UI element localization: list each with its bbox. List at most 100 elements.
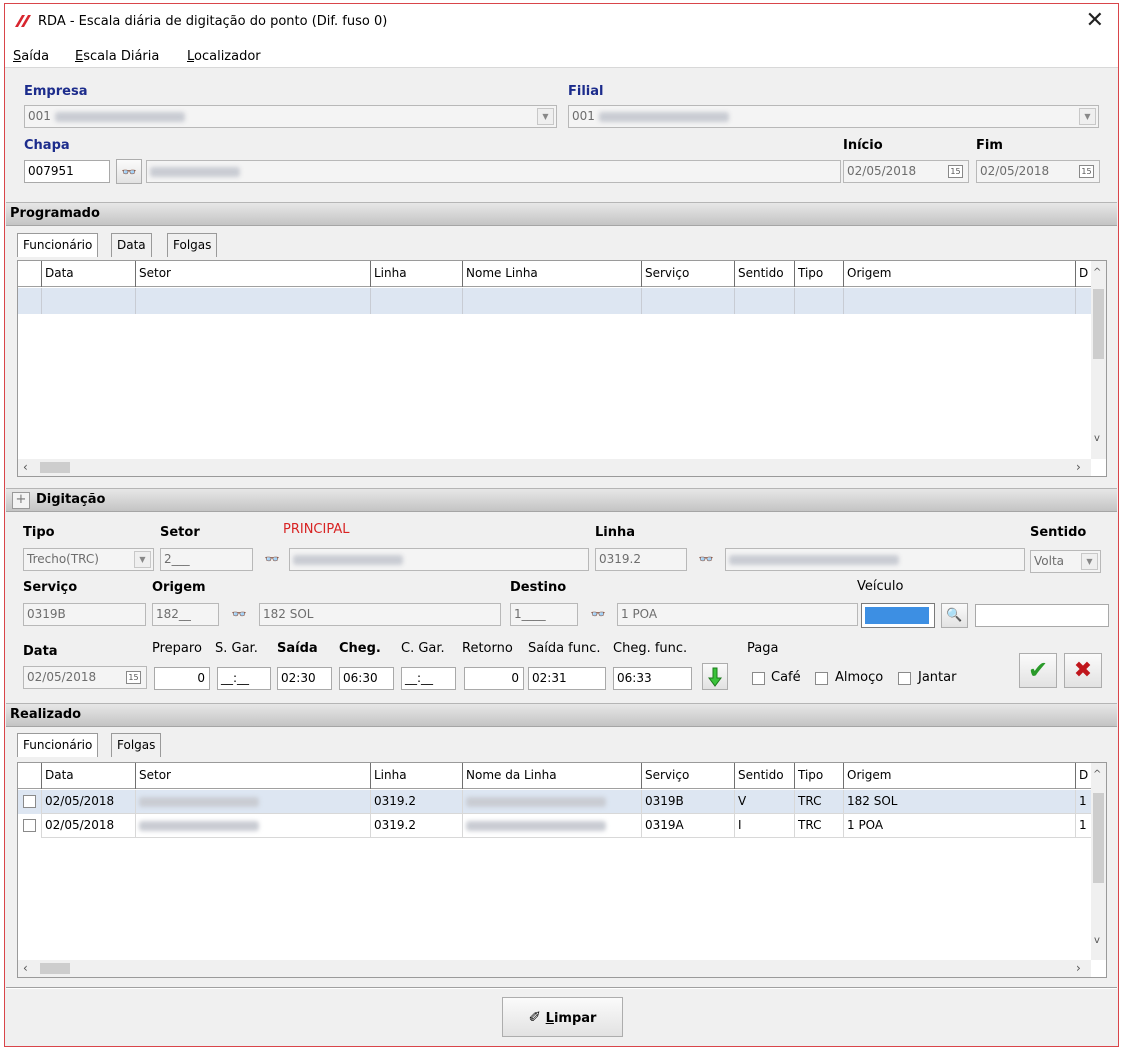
- chevron-down-icon[interactable]: v: [1094, 935, 1100, 946]
- scroll-thumb[interactable]: [40, 963, 70, 974]
- col-setor[interactable]: Setor: [135, 261, 370, 287]
- col-sentido[interactable]: Sentido: [734, 261, 794, 287]
- setor-input[interactable]: 2___: [160, 548, 253, 571]
- tab-funcionario[interactable]: Funcionário: [17, 733, 99, 757]
- row-checkbox[interactable]: [23, 795, 36, 808]
- sgar-input[interactable]: __:__: [217, 667, 271, 690]
- limpar-button[interactable]: ✐ Limpar: [502, 997, 623, 1037]
- binoculars-icon[interactable]: 👓: [116, 159, 142, 184]
- retorno-input[interactable]: 0: [464, 667, 524, 690]
- tab-data[interactable]: Data: [111, 233, 152, 257]
- chevron-down-icon[interactable]: ▼: [1081, 553, 1098, 570]
- cheg-func-input[interactable]: 06:33: [613, 667, 692, 690]
- veiculo-search-icon[interactable]: 🔍: [941, 603, 968, 628]
- chevron-left-icon[interactable]: ‹: [23, 961, 28, 975]
- col-linha[interactable]: Linha: [370, 763, 462, 789]
- table-row[interactable]: 02/05/2018 0319.2 0319A I TRC 1 POA 1: [18, 814, 1091, 838]
- horizontal-scrollbar[interactable]: ‹ ›: [18, 459, 1091, 476]
- chevron-left-icon[interactable]: ‹: [23, 460, 28, 474]
- selected-empty-row[interactable]: [18, 288, 1091, 314]
- destino-code-input[interactable]: 1____: [510, 603, 578, 626]
- row-checkbox[interactable]: [23, 819, 36, 832]
- tab-folgas[interactable]: Folgas: [111, 733, 162, 757]
- inicio-label: Início: [843, 138, 883, 153]
- calendar-icon[interactable]: 15: [948, 165, 963, 178]
- arrow-down-button[interactable]: [702, 663, 728, 690]
- col-servico[interactable]: Serviço: [641, 261, 734, 287]
- col-origem[interactable]: Origem: [843, 261, 1075, 287]
- cheg-label: Cheg.: [339, 641, 381, 656]
- chevron-down-icon[interactable]: ▼: [1079, 108, 1096, 125]
- almoco-checkbox[interactable]: [815, 672, 828, 685]
- col-d[interactable]: D: [1075, 763, 1091, 789]
- empresa-select[interactable]: 001 ▼: [24, 105, 557, 128]
- preparo-input[interactable]: 0: [154, 667, 210, 690]
- table-row[interactable]: 02/05/2018 0319.2 0319B V TRC 182 SOL 1: [18, 790, 1091, 814]
- tipo-select[interactable]: Trecho(TRC) ▼: [23, 548, 154, 571]
- col-servico[interactable]: Serviço: [641, 763, 734, 789]
- saida-input[interactable]: 02:30: [277, 667, 332, 690]
- menu-saida[interactable]: Saída: [13, 49, 49, 64]
- chevron-right-icon[interactable]: ›: [1076, 961, 1081, 975]
- chevron-down-icon[interactable]: v: [1094, 433, 1100, 444]
- chapa-input[interactable]: 007951: [24, 160, 110, 183]
- menu-bar: Saída Escala Diária Localizador: [5, 40, 1118, 68]
- cancel-x-icon[interactable]: ✖: [1064, 653, 1102, 688]
- col-d[interactable]: D: [1075, 261, 1091, 287]
- menu-escala-diaria[interactable]: Escala Diária: [75, 49, 159, 64]
- calendar-icon[interactable]: 15: [126, 671, 141, 684]
- col-setor[interactable]: Setor: [135, 763, 370, 789]
- veiculo-color-box[interactable]: [861, 603, 935, 628]
- linha-input[interactable]: 0319.2: [595, 548, 687, 571]
- col-tipo[interactable]: Tipo: [794, 261, 843, 287]
- col-nome-linha[interactable]: Nome Linha: [462, 261, 641, 287]
- horizontal-scrollbar[interactable]: ‹ ›: [18, 960, 1091, 977]
- cell-linha: 0319.2: [370, 790, 462, 814]
- binoculars-icon[interactable]: 👓: [259, 547, 285, 572]
- scroll-thumb[interactable]: [40, 462, 70, 473]
- saida-func-input[interactable]: 02:31: [528, 667, 606, 690]
- tab-folgas[interactable]: Folgas: [167, 233, 218, 257]
- confirm-check-icon[interactable]: ✔: [1019, 653, 1057, 688]
- sentido-select[interactable]: Volta ▼: [1030, 550, 1101, 573]
- binoculars-icon[interactable]: 👓: [693, 547, 719, 572]
- col-tipo[interactable]: Tipo: [794, 763, 843, 789]
- menu-localizador[interactable]: Localizador: [187, 49, 261, 64]
- col-linha[interactable]: Linha: [370, 261, 462, 287]
- col-sentido[interactable]: Sentido: [734, 763, 794, 789]
- vertical-scrollbar[interactable]: ^ v: [1091, 261, 1106, 459]
- filial-label: Filial: [568, 84, 604, 99]
- chevron-down-icon[interactable]: ▼: [537, 108, 554, 125]
- col-data[interactable]: Data: [41, 261, 135, 287]
- cheg-input[interactable]: 06:30: [339, 667, 394, 690]
- col-nome-linha[interactable]: Nome da Linha: [462, 763, 641, 789]
- col-origem[interactable]: Origem: [843, 763, 1075, 789]
- filial-select[interactable]: 001 ▼: [568, 105, 1099, 128]
- close-icon[interactable]: ✕: [1086, 9, 1104, 33]
- servico-input[interactable]: 0319B: [23, 603, 146, 626]
- jantar-checkbox[interactable]: [898, 672, 911, 685]
- binoculars-icon[interactable]: 👓: [585, 602, 611, 627]
- chevron-up-icon[interactable]: ^: [1093, 769, 1101, 780]
- scroll-thumb[interactable]: [1093, 793, 1104, 883]
- tab-funcionario[interactable]: Funcionário: [17, 233, 99, 257]
- realizado-grid: Data Setor Linha Nome da Linha Serviço S…: [17, 762, 1107, 978]
- fim-date-input[interactable]: 02/05/2018 15: [976, 160, 1100, 183]
- vertical-scrollbar[interactable]: ^ v: [1091, 763, 1106, 960]
- chevron-right-icon[interactable]: ›: [1076, 460, 1081, 474]
- scroll-thumb[interactable]: [1093, 289, 1104, 359]
- expand-plus-icon[interactable]: +: [12, 492, 30, 509]
- chevron-down-icon[interactable]: ▼: [134, 551, 151, 568]
- binoculars-icon[interactable]: 👓: [226, 602, 252, 627]
- cgar-input[interactable]: __:__: [401, 667, 456, 690]
- inicio-date-input[interactable]: 02/05/2018 15: [843, 160, 969, 183]
- chevron-up-icon[interactable]: ^: [1093, 267, 1101, 278]
- destino-name-field: 1 POA: [617, 603, 858, 626]
- origem-code-input[interactable]: 182__: [152, 603, 219, 626]
- cafe-checkbox[interactable]: [752, 672, 765, 685]
- cafe-label: Café: [771, 670, 801, 685]
- calendar-icon[interactable]: 15: [1079, 165, 1094, 178]
- col-data[interactable]: Data: [41, 763, 135, 789]
- data-input[interactable]: 02/05/2018 15: [23, 666, 147, 689]
- veiculo-input[interactable]: [975, 604, 1109, 627]
